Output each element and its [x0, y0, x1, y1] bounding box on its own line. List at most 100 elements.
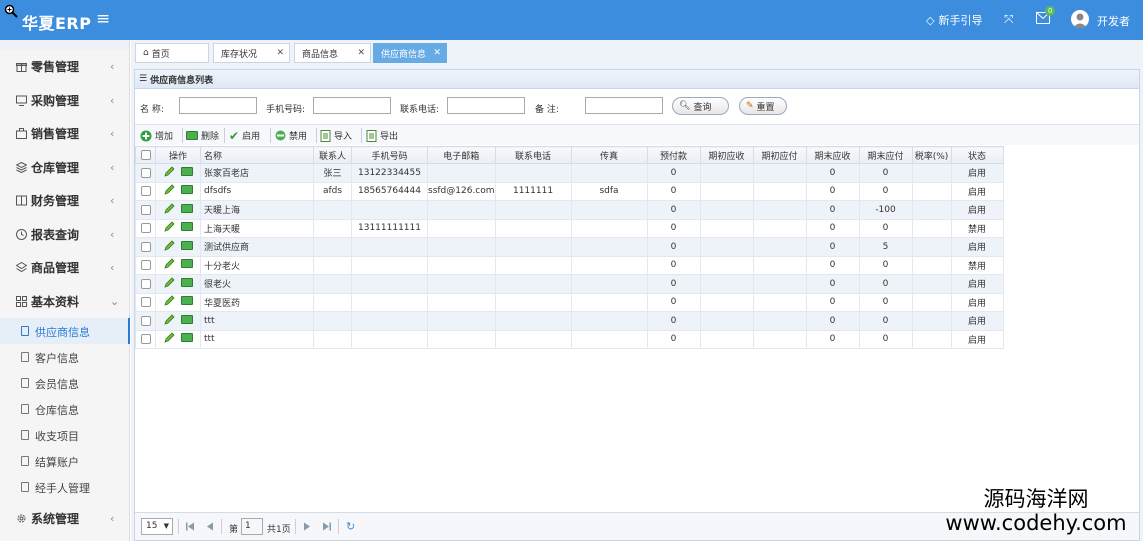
checkbox[interactable] — [140, 260, 151, 270]
row-checkbox-cell[interactable] — [135, 163, 156, 183]
delete-row-icon[interactable] — [180, 333, 193, 343]
checkbox[interactable] — [140, 241, 151, 252]
close-icon[interactable]: ✕ — [357, 48, 365, 58]
table-row[interactable]: ttt 0 0 0 启用 — [135, 311, 1004, 331]
pencil-icon[interactable] — [163, 277, 175, 288]
reset-button[interactable]: ✎ 重置 — [739, 97, 787, 115]
table-row[interactable]: 测试供应商 0 0 5 启用 — [135, 237, 1004, 257]
delete-row-icon[interactable] — [180, 277, 193, 287]
checkbox[interactable] — [140, 186, 151, 196]
row-checkbox-cell[interactable] — [135, 181, 156, 201]
row-checkbox-cell[interactable] — [135, 218, 156, 238]
tel-input[interactable] — [447, 97, 525, 114]
prev-page-icon[interactable] — [205, 522, 215, 531]
tab-stock-status[interactable]: 库存状况 ✕ — [213, 43, 290, 63]
checkbox[interactable] — [140, 223, 151, 233]
refresh-icon[interactable]: ↻ — [346, 520, 355, 533]
row-checkbox-cell[interactable] — [135, 311, 156, 331]
delete-button[interactable]: 删除 — [186, 128, 219, 143]
tab-home[interactable]: ⌂ 首页 — [135, 43, 209, 63]
row-checkbox-cell[interactable] — [135, 237, 156, 257]
pencil-icon[interactable] — [163, 332, 175, 343]
table-row[interactable]: 天暖上海 0 0 -100 启用 — [135, 200, 1004, 220]
close-icon[interactable]: ✕ — [276, 48, 284, 58]
disable-button[interactable]: 禁用 — [275, 128, 307, 143]
pencil-icon[interactable] — [163, 314, 175, 325]
sidebar-item-sales[interactable]: 销售管理 ‹ — [0, 117, 130, 150]
table-row[interactable]: ttt 0 0 0 启用 — [135, 329, 1004, 349]
last-page-icon[interactable] — [322, 522, 332, 531]
table-row[interactable]: 上海天暖 13111111111 0 0 0 禁用 — [135, 218, 1004, 238]
checkbox[interactable] — [140, 204, 151, 215]
zoom-icon[interactable] — [4, 4, 18, 18]
enable-button[interactable]: ✔ 启用 — [229, 128, 260, 143]
tab-supplier-info[interactable]: 供应商信息 ✕ — [373, 43, 447, 63]
pencil-icon[interactable] — [163, 258, 175, 269]
guide-link[interactable]: ◇ 新手引导 — [926, 12, 982, 28]
next-page-icon[interactable] — [302, 522, 312, 531]
checkbox[interactable] — [140, 167, 151, 178]
table-row[interactable]: 张家百老店 张三 13122334455 0 0 0 启用 — [135, 163, 1004, 183]
checkbox[interactable] — [140, 297, 151, 307]
sidebar-subitem-handlers[interactable]: 经手人管理 — [0, 474, 130, 500]
sidebar-item-reports[interactable]: 报表查询 ‹ — [0, 218, 130, 251]
pencil-icon[interactable] — [163, 166, 175, 177]
select-all-checkbox[interactable] — [135, 146, 156, 164]
sidebar-item-retail[interactable]: 零售管理 ‹ — [0, 50, 130, 83]
sidebar-item-finance[interactable]: 财务管理 ‹ — [0, 184, 130, 217]
export-button[interactable]: 导出 — [366, 128, 398, 143]
delete-row-icon[interactable] — [180, 185, 193, 195]
add-button[interactable]: 增加 — [140, 128, 173, 143]
table-row[interactable]: dfsdfs afds 18565764444 ssfd@126.com 1111111… — [135, 181, 1004, 201]
pencil-icon[interactable] — [163, 221, 175, 232]
pencil-icon[interactable] — [163, 184, 175, 195]
table-row[interactable]: 很老火 0 0 0 启用 — [135, 274, 1004, 294]
table-row[interactable]: 十分老火 0 0 0 禁用 — [135, 255, 1004, 275]
tab-product-info[interactable]: 商品信息 ✕ — [294, 43, 371, 63]
delete-row-icon[interactable] — [180, 314, 193, 324]
sidebar-subitem-members[interactable]: 会员信息 — [0, 370, 130, 396]
page-size-select[interactable]: 15 ▼ — [141, 518, 173, 535]
sidebar-subitem-income-expense[interactable]: 收支项目 — [0, 422, 130, 448]
page-number-input[interactable]: 1 — [241, 518, 263, 535]
row-checkbox-cell[interactable] — [135, 200, 156, 220]
checkbox[interactable] — [140, 315, 151, 326]
sidebar-subitem-customers[interactable]: 客户信息 — [0, 344, 130, 370]
row-checkbox-cell[interactable] — [135, 329, 156, 349]
remark-input[interactable] — [585, 97, 663, 114]
table-row[interactable]: 华夏医药 0 0 0 启用 — [135, 292, 1004, 312]
close-icon[interactable]: ✕ — [433, 48, 441, 58]
row-checkbox-cell[interactable] — [135, 255, 156, 275]
sidebar-item-warehouse[interactable]: 仓库管理 ‹ — [0, 151, 130, 184]
pencil-icon[interactable] — [163, 203, 175, 214]
delete-row-icon[interactable] — [180, 296, 193, 306]
phone-input[interactable] — [313, 97, 391, 114]
sidebar-item-purchase[interactable]: 采购管理 ‹ — [0, 84, 130, 117]
delete-row-icon[interactable] — [180, 203, 193, 213]
row-checkbox-cell[interactable] — [135, 274, 156, 294]
checkbox[interactable] — [140, 334, 151, 344]
import-button[interactable]: 导入 — [320, 128, 352, 143]
sidebar-subitem-accounts[interactable]: 结算账户 — [0, 448, 130, 474]
sidebar-item-system[interactable]: 系统管理 ‹ — [0, 502, 130, 535]
avatar[interactable] — [1071, 10, 1089, 28]
delete-row-icon[interactable] — [180, 166, 193, 176]
delete-row-icon[interactable] — [180, 222, 193, 232]
delete-row-icon[interactable] — [180, 259, 193, 269]
checkbox[interactable] — [140, 278, 151, 289]
checkbox[interactable] — [140, 149, 151, 160]
sidebar-subitem-warehouses[interactable]: 仓库信息 — [0, 396, 130, 422]
first-page-icon[interactable] — [185, 522, 195, 531]
user-name[interactable]: 开发者 — [1097, 13, 1130, 29]
query-button[interactable]: 🔍︎ 查询 — [672, 97, 729, 115]
delete-row-icon[interactable] — [180, 240, 193, 250]
fullscreen-icon[interactable]: ⤧ — [1004, 12, 1014, 27]
menu-toggle-icon[interactable]: ≡ — [96, 9, 110, 29]
sidebar-item-products[interactable]: 商品管理 ‹ — [0, 251, 130, 284]
pencil-icon[interactable] — [163, 295, 175, 306]
app-logo[interactable]: 华夏ERP — [22, 10, 91, 34]
sidebar-subitem-suppliers[interactable]: 供应商信息 — [0, 318, 130, 344]
name-input[interactable] — [179, 97, 257, 114]
sidebar-item-basic-data[interactable]: 基本资料 ⌄ — [0, 285, 130, 318]
pencil-icon[interactable] — [163, 240, 175, 251]
